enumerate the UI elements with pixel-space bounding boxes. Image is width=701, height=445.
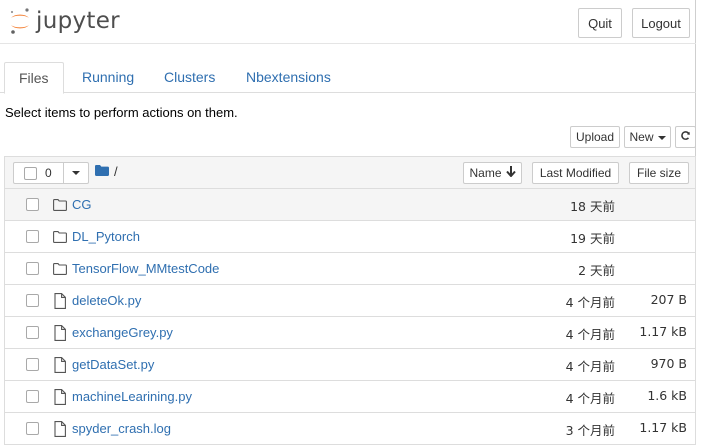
list-item[interactable]: getDataSet.py 4 个月前 970 B xyxy=(4,349,696,381)
file-list: CG 18 天前 DL_Pytorch 19 天前 TensorFlow_MMt… xyxy=(4,189,696,445)
folder-icon xyxy=(53,229,67,245)
item-checkbox[interactable] xyxy=(26,422,39,435)
select-all-checkbox[interactable] xyxy=(24,166,37,180)
tab-nbextensions[interactable]: Nbextensions xyxy=(232,62,345,93)
name-sort-label: Name xyxy=(469,166,502,180)
list-item[interactable]: exchangeGrey.py 4 个月前 1.17 kB xyxy=(4,317,696,349)
quit-button[interactable]: Quit xyxy=(578,8,622,38)
item-checkbox[interactable] xyxy=(26,358,39,371)
item-last-modified: 4 个月前 xyxy=(565,327,615,342)
item-name-link[interactable]: exchangeGrey.py xyxy=(72,325,173,340)
item-name-link[interactable]: deleteOk.py xyxy=(72,293,141,308)
item-last-modified: 2 天前 xyxy=(578,263,615,278)
list-item[interactable]: CG 18 天前 xyxy=(4,189,696,221)
item-last-modified: 4 个月前 xyxy=(565,391,615,406)
file-icon xyxy=(53,389,67,405)
list-item[interactable]: machineLearining.py 4 个月前 1.6 kB xyxy=(4,381,696,413)
item-file-size: 1.17 kB xyxy=(639,324,687,339)
item-checkbox[interactable] xyxy=(26,294,39,307)
refresh-button[interactable] xyxy=(675,126,696,148)
file-icon xyxy=(53,325,67,341)
select-all-group: 0 xyxy=(13,162,89,184)
item-checkbox[interactable] xyxy=(26,390,39,403)
sort-by-size-button[interactable]: File size xyxy=(629,162,689,184)
item-checkbox[interactable] xyxy=(26,198,39,211)
item-last-modified: 4 个月前 xyxy=(565,295,615,310)
new-label: New xyxy=(629,130,654,144)
breadcrumb: / xyxy=(95,164,118,179)
file-icon xyxy=(53,293,67,309)
folder-home-icon[interactable] xyxy=(95,164,109,179)
item-name-link[interactable]: getDataSet.py xyxy=(72,357,154,372)
item-last-modified: 19 天前 xyxy=(570,231,615,246)
tab-files[interactable]: Files xyxy=(4,62,64,94)
item-name-link[interactable]: spyder_crash.log xyxy=(72,421,171,436)
sort-by-name-button[interactable]: Name xyxy=(463,162,522,184)
header: jupyter Quit Logout xyxy=(0,0,696,44)
item-file-size: 1.6 kB xyxy=(647,388,687,403)
item-last-modified: 4 个月前 xyxy=(565,359,615,374)
item-name-link[interactable]: DL_Pytorch xyxy=(72,229,140,244)
sort-by-modified-button[interactable]: Last Modified xyxy=(532,162,619,184)
list-item[interactable]: DL_Pytorch 19 天前 xyxy=(4,221,696,253)
item-last-modified: 18 天前 xyxy=(570,199,615,214)
upload-button[interactable]: Upload xyxy=(570,126,620,148)
notebook-tree-page: jupyter Quit Logout Files Running Cluste… xyxy=(0,0,696,445)
jupyter-logo-icon xyxy=(8,6,32,36)
item-file-size: 970 B xyxy=(650,356,687,371)
item-checkbox[interactable] xyxy=(26,262,39,275)
select-dropdown-button[interactable] xyxy=(64,163,88,183)
tab-clusters[interactable]: Clusters xyxy=(150,62,229,93)
list-item[interactable]: deleteOk.py 4 个月前 207 B xyxy=(4,285,696,317)
breadcrumb-root[interactable]: / xyxy=(114,164,118,179)
file-icon xyxy=(53,421,67,437)
file-list-header: 0 / Name Last Modified File size xyxy=(4,156,696,189)
item-file-size: 1.17 kB xyxy=(639,420,687,435)
folder-icon xyxy=(53,261,67,277)
refresh-icon xyxy=(680,130,691,144)
item-last-modified: 3 个月前 xyxy=(565,423,615,438)
caret-down-icon xyxy=(657,130,666,144)
selection-hint: Select items to perform actions on them. xyxy=(5,105,238,120)
item-name-link[interactable]: CG xyxy=(72,197,92,212)
select-all-control[interactable]: 0 xyxy=(14,163,64,183)
list-item[interactable]: spyder_crash.log 3 个月前 1.17 kB xyxy=(4,413,696,445)
logo-text: jupyter xyxy=(36,8,120,34)
item-name-link[interactable]: machineLearining.py xyxy=(72,389,192,404)
new-dropdown-button[interactable]: New xyxy=(624,126,671,148)
arrow-down-icon xyxy=(505,166,516,180)
item-checkbox[interactable] xyxy=(26,326,39,339)
jupyter-logo[interactable]: jupyter xyxy=(8,6,120,36)
folder-icon xyxy=(53,197,67,213)
item-checkbox[interactable] xyxy=(26,230,39,243)
logout-button[interactable]: Logout xyxy=(632,8,690,38)
caret-down-icon xyxy=(72,171,80,175)
selected-count: 0 xyxy=(45,166,52,180)
item-name-link[interactable]: TensorFlow_MMtestCode xyxy=(72,261,219,276)
file-icon xyxy=(53,357,67,373)
window-edge xyxy=(696,0,701,445)
tab-bar: Files Running Clusters Nbextensions xyxy=(0,62,696,94)
list-item[interactable]: TensorFlow_MMtestCode 2 天前 xyxy=(4,253,696,285)
item-file-size: 207 B xyxy=(650,292,687,307)
tab-running[interactable]: Running xyxy=(68,62,148,93)
